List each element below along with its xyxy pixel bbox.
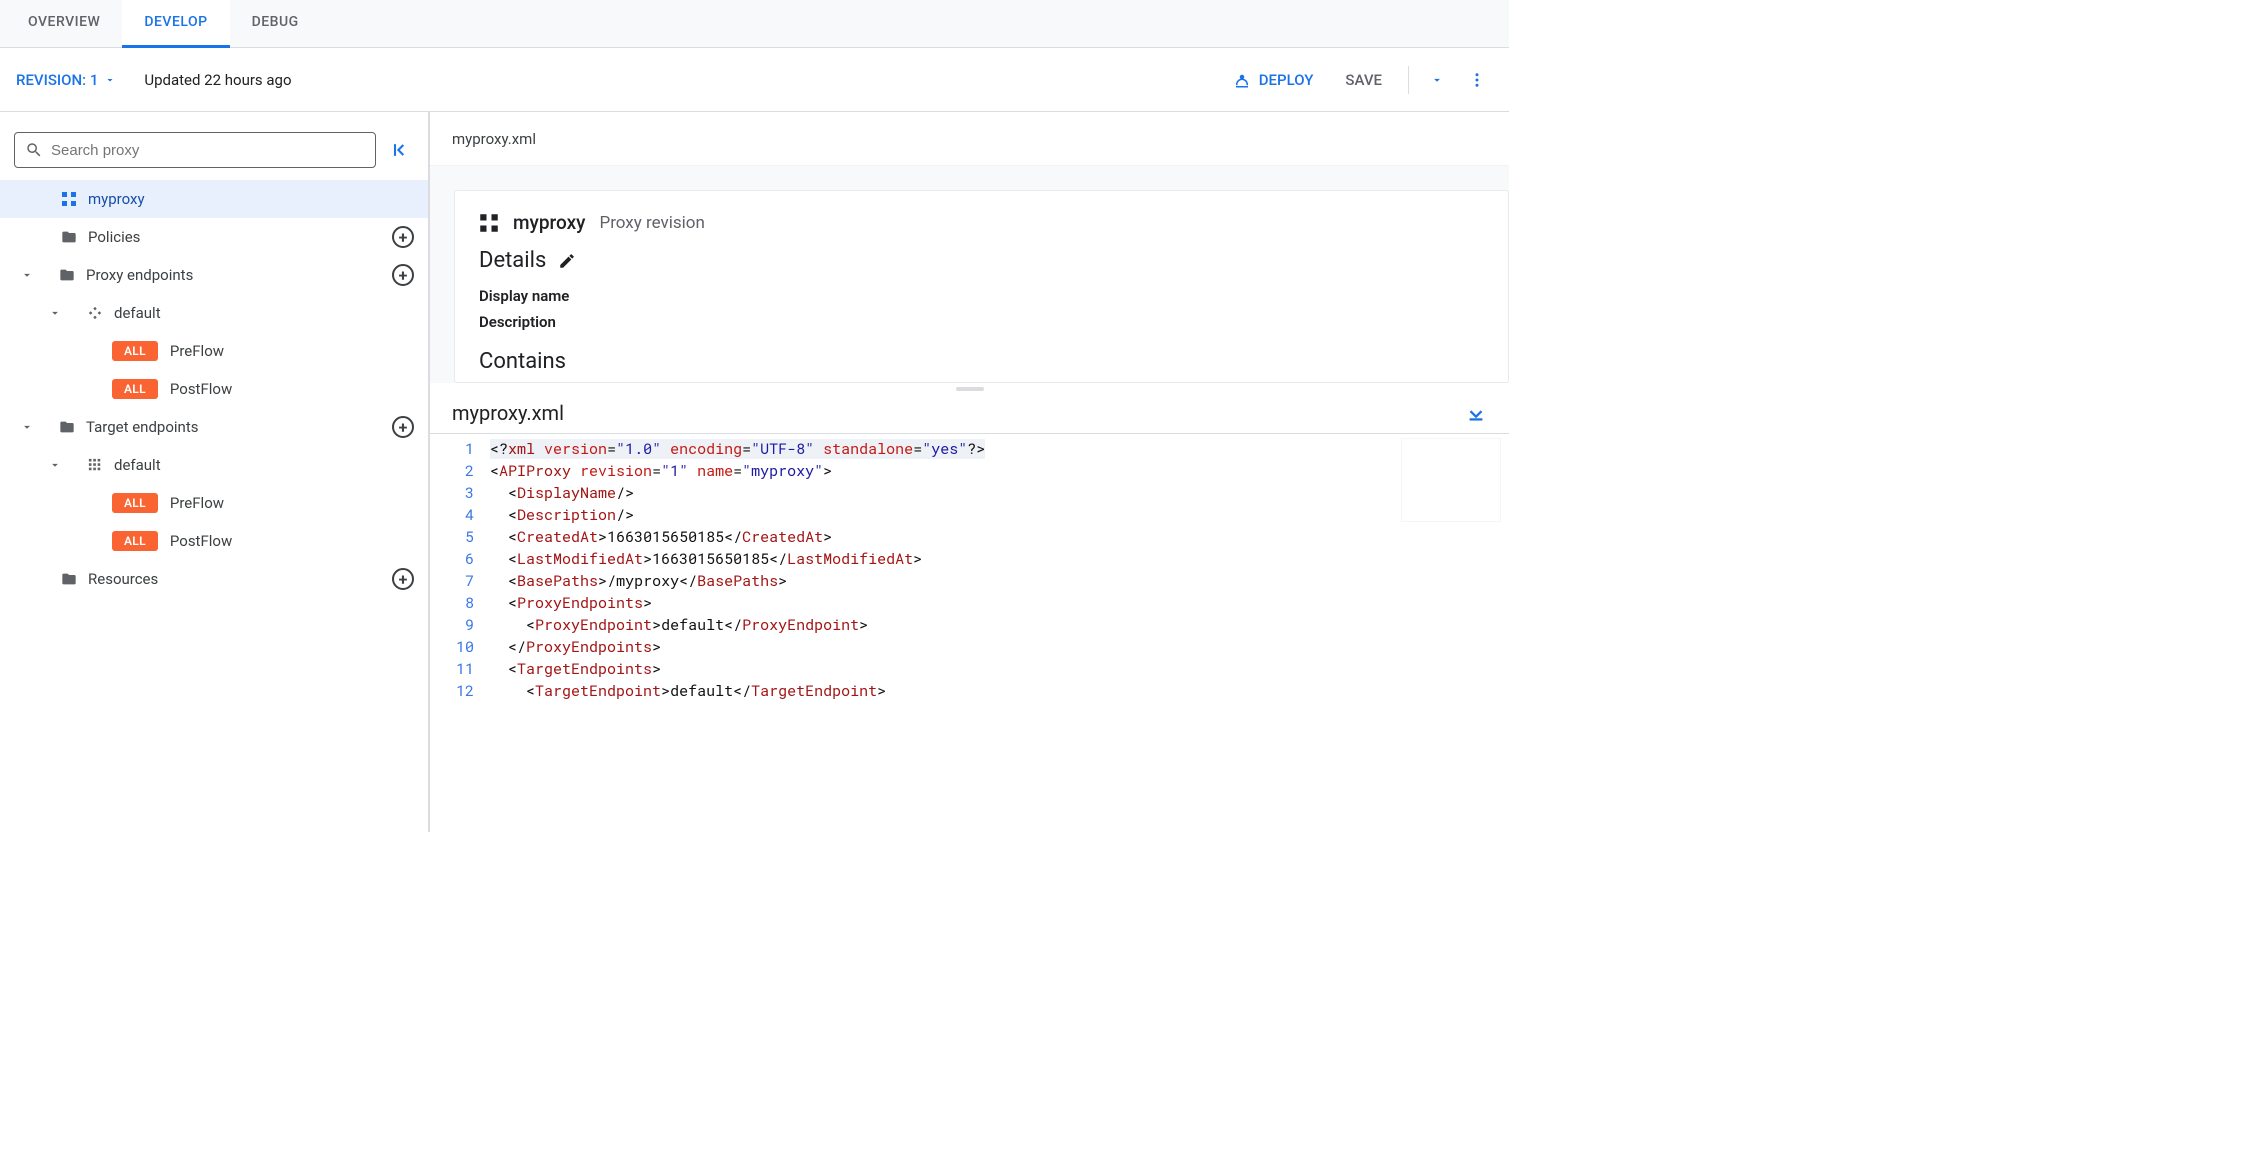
tree-item-proxy-preflow[interactable]: ALL PreFlow [0, 332, 428, 370]
add-target-endpoint-button[interactable]: + [392, 416, 414, 438]
details-description: Description [479, 309, 1484, 335]
tree-item-proxy-endpoints[interactable]: Proxy endpoints + [0, 256, 428, 294]
content-pane: myproxy.xml myproxy Proxy revision Detai… [430, 112, 1509, 832]
tree-item-label: Resources [88, 570, 392, 588]
tree-item-myproxy[interactable]: myproxy [0, 180, 428, 218]
deploy-button[interactable]: DEPLOY [1223, 65, 1324, 95]
all-badge: ALL [112, 531, 158, 551]
resize-handle[interactable] [430, 383, 1509, 395]
chevron-down-icon [20, 420, 34, 434]
folder-icon [58, 571, 80, 587]
tree-item-label: myproxy [88, 190, 414, 208]
revision-dropdown[interactable]: REVISION: 1 [16, 71, 116, 89]
details-heading: Details [479, 248, 546, 273]
tree-item-target-postflow[interactable]: ALL PostFlow [0, 522, 428, 560]
line-gutter: 123456789101112 [430, 434, 486, 706]
add-resource-button[interactable]: + [392, 568, 414, 590]
all-badge: ALL [112, 379, 158, 399]
page-tabs: OVERVIEW DEVELOP DEBUG [0, 0, 1509, 48]
tree-item-label: default [114, 456, 414, 474]
apps-icon [84, 458, 106, 472]
card-title: myproxy [513, 211, 585, 234]
more-vert-icon [1468, 71, 1486, 89]
tab-overview[interactable]: OVERVIEW [6, 0, 122, 48]
tree-item-label: Proxy endpoints [86, 266, 392, 284]
collapse-sidebar-button[interactable] [386, 136, 414, 164]
collapse-icon [390, 140, 410, 160]
tree-item-proxy-default[interactable]: default [0, 294, 428, 332]
edit-icon[interactable] [558, 252, 576, 270]
deploy-label: DEPLOY [1259, 71, 1314, 89]
tree-item-label: PreFlow [170, 342, 414, 360]
toolbar: REVISION: 1 Updated 22 hours ago DEPLOY … [0, 48, 1509, 112]
tree-item-target-endpoints[interactable]: Target endpoints + [0, 408, 428, 446]
dropdown-icon [104, 74, 116, 86]
folder-icon [58, 229, 80, 245]
deploy-icon [1233, 71, 1251, 89]
tree-item-label: default [114, 304, 414, 322]
updated-text: Updated 22 hours ago [144, 71, 291, 89]
tab-debug[interactable]: DEBUG [230, 0, 321, 48]
tree-item-label: Policies [88, 228, 392, 246]
details-card: myproxy Proxy revision Details Display n… [454, 190, 1509, 383]
code-editor[interactable]: 123456789101112 <?xml version="1.0" enco… [430, 433, 1509, 706]
search-icon [25, 141, 43, 159]
chevron-down-icon [48, 458, 62, 472]
chevron-down-icon [20, 268, 34, 282]
save-dropdown-button[interactable] [1421, 64, 1453, 96]
search-input-wrapper[interactable] [14, 132, 376, 168]
revision-label: REVISION: 1 [16, 71, 98, 89]
add-policy-button[interactable]: + [392, 226, 414, 248]
search-input[interactable] [51, 142, 365, 159]
minimap[interactable] [1401, 438, 1501, 522]
tree-item-label: PostFlow [170, 532, 414, 550]
tree-item-label: PreFlow [170, 494, 414, 512]
more-menu-button[interactable] [1461, 64, 1493, 96]
all-badge: ALL [112, 341, 158, 361]
tree-item-label: Target endpoints [86, 418, 392, 436]
chevron-down-icon [48, 306, 62, 320]
code-content[interactable]: <?xml version="1.0" encoding="UTF-8" sta… [486, 434, 1509, 706]
save-button[interactable]: SAVE [1331, 65, 1396, 95]
proxy-icon [58, 191, 80, 207]
card-subtitle: Proxy revision [599, 213, 704, 233]
details-display-name: Display name [479, 283, 1484, 309]
tab-develop[interactable]: DEVELOP [122, 0, 229, 48]
contains-heading: Contains [479, 349, 1484, 374]
tree-item-proxy-postflow[interactable]: ALL PostFlow [0, 370, 428, 408]
dropdown-icon [1430, 73, 1444, 87]
all-badge: ALL [112, 493, 158, 513]
tree-item-target-preflow[interactable]: ALL PreFlow [0, 484, 428, 522]
breadcrumb: myproxy.xml [430, 112, 1509, 166]
add-proxy-endpoint-button[interactable]: + [392, 264, 414, 286]
editor-tab-title: myproxy.xml [452, 401, 564, 425]
proxy-icon [479, 213, 499, 233]
collapse-editor-button[interactable] [1465, 402, 1487, 424]
folder-icon [56, 419, 78, 435]
folder-icon [56, 267, 78, 283]
tree-item-resources[interactable]: Resources + [0, 560, 428, 598]
endpoint-icon [84, 306, 106, 320]
tree-item-target-default[interactable]: default [0, 446, 428, 484]
divider [1408, 66, 1409, 94]
tree-item-policies[interactable]: Policies + [0, 218, 428, 256]
sidebar: myproxy Policies + Proxy endpoints + def… [0, 112, 430, 832]
tree-item-label: PostFlow [170, 380, 414, 398]
